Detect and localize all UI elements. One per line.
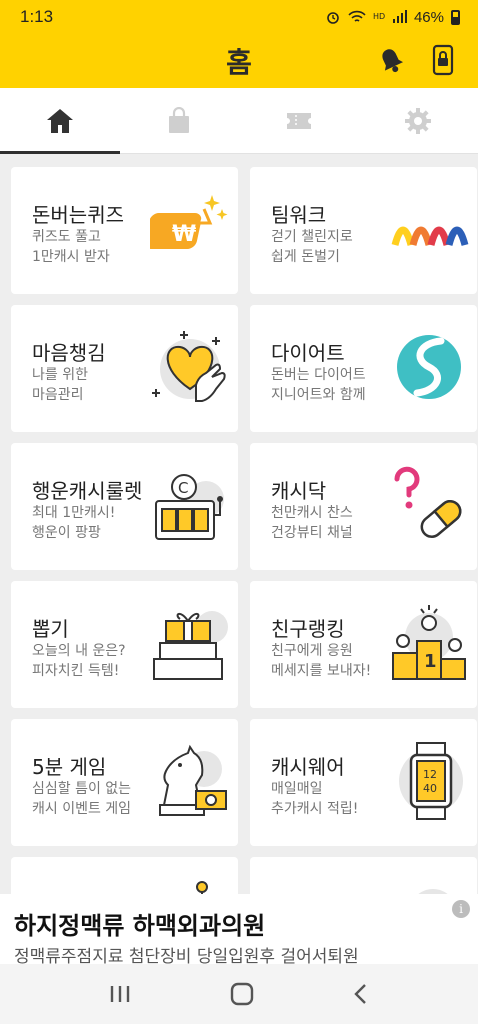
tab-shop[interactable] (120, 88, 240, 153)
recent-apps-icon[interactable] (109, 984, 131, 1004)
card-desc: 돈버는 다이어트 지니어트와 함께 (271, 367, 366, 403)
card-desc: 매일매일 추가캐시 적립! (271, 781, 359, 817)
chess-knight-icon (159, 744, 227, 816)
header-actions (378, 44, 454, 76)
card-friend-ranking[interactable]: 친구랭킹 친구에게 응원 메세지를 보내자! 1 (250, 581, 477, 708)
diet-logo-icon (397, 335, 461, 399)
card-desc: 천만캐시 찬스 건강뷰티 채널 (271, 505, 353, 541)
card-draw[interactable]: 뽑기 오늘의 내 운은? 피자치킨 득템! (11, 581, 238, 708)
ad-banner[interactable]: 하지정맥류 하맥외과의원 정맥류주점지료 첨단장비 당일입원후 걸어서퇴원 i (0, 894, 478, 964)
watch-time-minute: 40 (423, 782, 437, 795)
card-title: 마음챙김 (32, 341, 106, 365)
card-desc: 최대 1만캐시! 행운이 팡팡 (32, 505, 116, 541)
home-button-icon[interactable] (230, 982, 254, 1006)
svg-text:C: C (178, 479, 188, 497)
tab-bar (0, 88, 478, 154)
page-title: 홈 (226, 46, 252, 79)
back-icon[interactable] (353, 983, 369, 1005)
shopping-bag-icon (169, 106, 190, 133)
card-desc: 나를 위한 마음관리 (32, 367, 88, 403)
card-title: 친구랭킹 (271, 617, 345, 641)
status-bar: 1:13 HD 46% (0, 0, 478, 34)
card-title: 행운캐시룰렛 (32, 479, 143, 503)
card-title: 캐시웨어 (271, 755, 345, 779)
card-desc: 퀴즈도 풀고 1만캐시 받자 (32, 229, 110, 265)
status-icons: HD 46% (325, 9, 460, 26)
smartwatch-icon: 12 40 (399, 742, 463, 820)
card-cashwear[interactable]: 캐시웨어 매일매일 추가캐시 적립! 12 40 (250, 719, 477, 846)
gift-box-icon (153, 611, 228, 680)
hd-signal-icon: HD (373, 10, 407, 23)
watch-time-hour: 12 (423, 768, 437, 781)
ad-subtitle: 정맥류주점지료 첨단장비 당일입원후 걸어서퇴원 (14, 947, 359, 964)
app-header: 홈 (0, 34, 478, 88)
tab-home[interactable] (0, 88, 120, 154)
card-diet[interactable]: 다이어트 돈버는 다이어트 지니어트와 함께 (250, 305, 477, 432)
card-title: 팀워크 (271, 203, 327, 227)
quiz-coin-icon: ₩ (150, 195, 228, 249)
bell-icon[interactable] (378, 45, 404, 75)
card-money-quiz[interactable]: 돈버는퀴즈 퀴즈도 풀고 1만캐시 받자 ₩ (11, 167, 238, 294)
podium-icon: 1 (392, 605, 466, 680)
gear-icon (405, 107, 432, 134)
svg-text:HD: HD (373, 12, 385, 21)
phone-lock-icon[interactable] (432, 44, 454, 76)
card-lucky-roulette[interactable]: 행운캐시룰렛 최대 1만캐시! 행운이 팡팡 C (11, 443, 238, 570)
card-desc: 오늘의 내 운은? 피자치킨 득템! (32, 643, 126, 679)
card-title: 캐시닥 (271, 479, 327, 503)
teamwork-icon (391, 226, 469, 246)
card-mindfulness[interactable]: 마음챙김 나를 위한 마음관리 (11, 305, 238, 432)
ad-title: 하지정맥류 하맥외과의원 (14, 912, 266, 940)
home-icon (46, 108, 73, 133)
card-5min-game[interactable]: 5분 게임 심심할 틈이 없는 캐시 이벤트 게임 (11, 719, 238, 846)
card-teamwork[interactable]: 팀워크 걷기 챌린지로 쉽게 돈벌기 (250, 167, 477, 294)
svg-text:1: 1 (424, 651, 437, 672)
status-time: 1:13 (20, 7, 54, 26)
card-title: 다이어트 (271, 341, 345, 365)
card-desc: 심심할 틈이 없는 캐시 이벤트 게임 (32, 781, 132, 817)
tab-settings[interactable] (359, 88, 478, 153)
svg-text:₩: ₩ (172, 222, 196, 247)
card-title: 뽑기 (32, 617, 69, 641)
card-cashdoc[interactable]: 캐시닥 천만캐시 찬스 건강뷰티 채널 (250, 443, 477, 570)
ticket-icon (286, 112, 311, 129)
card-title: 돈버는퀴즈 (32, 203, 124, 227)
wifi-icon (348, 10, 366, 22)
ad-info-icon[interactable]: i (452, 900, 470, 918)
heart-hand-icon (152, 331, 226, 402)
slot-machine-icon: C (155, 474, 224, 540)
tab-ticket[interactable] (239, 88, 359, 153)
pill-icon (394, 466, 462, 538)
card-desc: 걷기 챌린지로 쉽게 돈벌기 (271, 229, 353, 265)
card-title: 5분 게임 (32, 755, 107, 779)
battery-icon (451, 9, 460, 25)
system-nav-bar (0, 964, 478, 1024)
battery-percent: 46% (413, 8, 444, 26)
card-desc: 친구에게 응원 메세지를 보내자! (271, 643, 372, 679)
alarm-icon (327, 12, 339, 24)
